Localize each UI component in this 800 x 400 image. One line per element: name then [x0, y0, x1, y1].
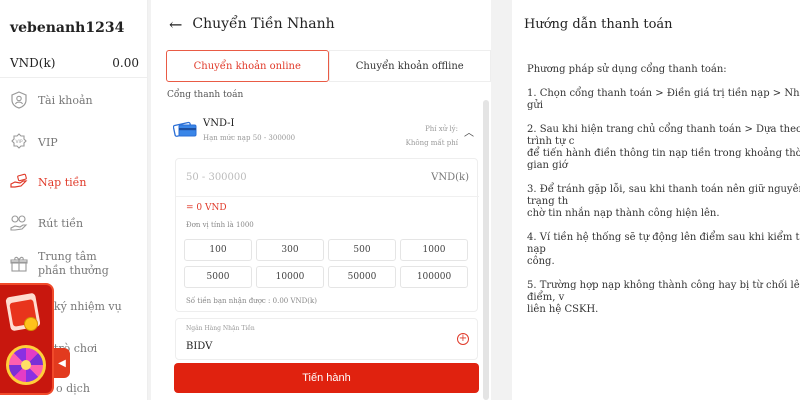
guide-line: 4. Ví tiền hệ thống sẽ tự động lên điểm …	[527, 232, 800, 267]
bank-label: Ngân Hàng Nhận Tiền	[186, 325, 255, 332]
sidebar-item-deposit[interactable]: Nạp tiền	[0, 170, 97, 194]
promo-widget[interactable]	[0, 283, 54, 395]
svg-text:VIP: VIP	[15, 139, 22, 145]
fee-label: Phí xử lý:	[425, 125, 458, 133]
sidebar-item-label: Trung tâm phần thưởng	[38, 250, 109, 277]
page-header: ← Chuyển Tiền Nhanh	[151, 0, 491, 48]
proceed-button[interactable]: Tiến hành	[174, 363, 479, 393]
unit-note: Đơn vị tính là 1000	[186, 221, 254, 229]
sidebar-item-transactions[interactable]: o dịch	[46, 378, 100, 398]
credit-card-icon	[173, 121, 197, 137]
quick-amount-button[interactable]: 300	[256, 239, 324, 261]
chevron-left-icon: ◀	[58, 357, 66, 369]
gift-icon	[10, 256, 28, 272]
chevron-up-icon[interactable]: ︿	[464, 124, 474, 139]
guide-title: Hướng dẫn thanh toán	[524, 17, 673, 32]
scrollbar[interactable]	[483, 100, 489, 400]
fee-value: Không mất phí	[405, 139, 458, 147]
withdraw-coins-icon	[10, 215, 28, 231]
gateway-name: VND-I	[203, 118, 235, 129]
lucky-wheel-icon[interactable]	[6, 345, 46, 385]
promo-collapse-button[interactable]: ◀	[54, 348, 70, 378]
guide-line: 2. Sau khi hiện trang chủ cổng thanh toá…	[527, 124, 800, 171]
bank-select[interactable]: Ngân Hàng Nhận Tiền BIDV +	[175, 318, 478, 360]
gateway-section-label: Cổng thanh toán	[167, 90, 244, 100]
quick-amount-button[interactable]: 50000	[328, 266, 396, 288]
sidebar-item-withdraw[interactable]: Rút tiền	[0, 211, 93, 235]
quick-amount-button[interactable]: 5000	[184, 266, 252, 288]
sidebar-item-rewards[interactable]: Trung tâm phần thưởng	[0, 250, 138, 278]
balance-currency: VND(k)	[10, 55, 56, 70]
user-shield-icon	[11, 91, 27, 109]
quick-amount-grid: 100 300 500 1000 5000 10000 50000 100000	[184, 239, 470, 288]
amount-input[interactable]: 50 - 300000 VND(k)	[176, 159, 479, 197]
sidebar-item-label: Rút tiền	[38, 216, 84, 230]
transfer-tabs: Chuyển khoản online Chuyển khoản offline	[166, 50, 491, 82]
coin-icon	[24, 317, 38, 331]
bank-value: BIDV	[186, 341, 213, 352]
sidebar-item-label: t ký nhiệm vụ	[46, 299, 122, 313]
plus-circle-icon[interactable]: +	[457, 333, 469, 345]
deposit-panel: ← Chuyển Tiền Nhanh Chuyển khoản online …	[151, 0, 491, 400]
vip-badge-icon: VIP	[11, 133, 27, 149]
gateway-limit: Hạn mức nạp 50 - 300000	[203, 134, 296, 142]
gateway-fee: Phí xử lý: Không mất phí	[406, 122, 458, 150]
guide-line: Phương pháp sử dụng cổng thanh toán:	[527, 64, 727, 75]
amount-section: 50 - 300000 VND(k) = 0 VND Đơn vị tính l…	[175, 158, 479, 312]
sidebar-item-account[interactable]: Tài khoản	[0, 88, 103, 112]
quick-amount-button[interactable]: 500	[328, 239, 396, 261]
back-arrow-icon[interactable]: ←	[169, 15, 182, 34]
guide-body: Phương pháp sử dụng cổng thanh toán: 1. …	[527, 64, 800, 328]
quick-amount-button[interactable]: 1000	[400, 239, 468, 261]
deposit-hand-icon	[10, 173, 28, 188]
payment-gateway-option[interactable]: VND-I Hạn mức nạp 50 - 300000 Phí xử lý:…	[173, 110, 478, 155]
balance-value: 0.00	[112, 55, 139, 70]
sidebar-item-label: o dịch	[56, 381, 90, 395]
username: vebenanh1234	[10, 20, 125, 36]
sidebar-item-vip[interactable]: VIP VIP	[0, 130, 68, 154]
converted-amount: = 0 VND	[186, 203, 227, 213]
sidebar-item-label: Tài khoản	[38, 93, 93, 107]
tab-online-transfer[interactable]: Chuyển khoản online	[166, 50, 329, 82]
amount-placeholder: 50 - 300000	[186, 172, 247, 183]
quick-amount-button[interactable]: 100	[184, 239, 252, 261]
balance-row: VND(k) 0.00	[0, 48, 147, 78]
receive-amount-note: Số tiền bạn nhận được : 0.00 VND(k)	[186, 297, 317, 305]
amount-unit: VND(k)	[431, 172, 469, 183]
quick-amount-button[interactable]: 100000	[400, 266, 468, 288]
guide-line: 5. Trường hợp nạp không thành công hay b…	[527, 280, 800, 315]
guide-line: 3. Để tránh gặp lỗi, sau khi thanh toán …	[527, 184, 800, 219]
quick-amount-button[interactable]: 10000	[256, 266, 324, 288]
sidebar-item-label: VIP	[38, 135, 58, 149]
payment-guide-panel: Hướng dẫn thanh toán Phương pháp sử dụng…	[512, 0, 800, 400]
sidebar-item-label: Nạp tiền	[38, 175, 87, 189]
page-title: Chuyển Tiền Nhanh	[192, 16, 335, 32]
tab-offline-transfer[interactable]: Chuyển khoản offline	[328, 50, 491, 82]
guide-line: 1. Chọn cổng thanh toán > Điền giá trị t…	[527, 88, 800, 111]
